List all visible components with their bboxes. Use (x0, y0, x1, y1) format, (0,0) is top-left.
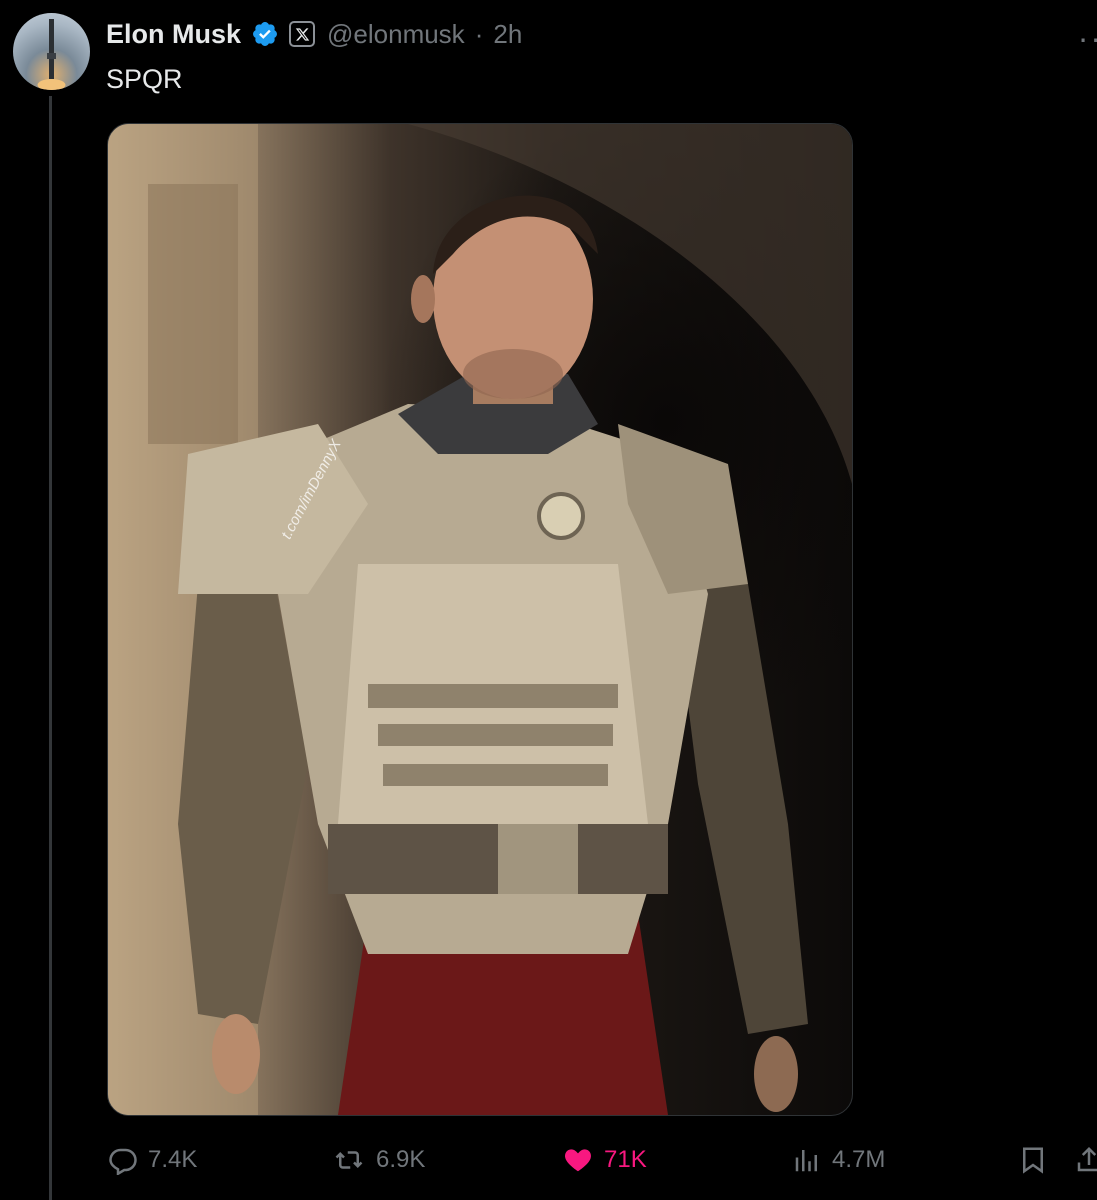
tweet-header: Elon Musk @elonmusk · 2h (106, 14, 522, 54)
separator-dot: · (474, 18, 484, 49)
analytics-bars-icon (795, 1150, 817, 1172)
tweet-action-bar: 7.4K 6.9K 71K 4.7M (0, 1140, 1097, 1180)
like-button[interactable]: 71K (562, 1140, 647, 1180)
like-count: 71K (604, 1146, 647, 1173)
more-options-icon[interactable]: ·· (1078, 20, 1097, 57)
display-name[interactable]: Elon Musk (106, 19, 241, 50)
repost-button[interactable]: 6.9K (332, 1140, 425, 1180)
bookmark-button[interactable] (1018, 1140, 1048, 1180)
bookmark-icon (1023, 1147, 1043, 1174)
avatar[interactable] (13, 13, 90, 90)
views-button[interactable]: 4.7M (792, 1140, 885, 1180)
share-button[interactable] (1074, 1140, 1097, 1180)
view-count: 4.7M (832, 1146, 886, 1173)
tweet-media-image[interactable]: t.com/imDennyX (107, 123, 853, 1116)
verified-badge-icon[interactable] (251, 20, 279, 48)
tweet-time[interactable]: 2h (493, 19, 522, 50)
avatar-image (37, 19, 66, 90)
heart-filled-icon (565, 1149, 591, 1172)
tweet-text: SPQR (106, 64, 183, 94)
repost-count: 6.9K (376, 1146, 426, 1173)
thread-line (49, 96, 52, 1200)
reply-count: 7.4K (148, 1146, 198, 1173)
x-logo-icon (289, 21, 316, 47)
share-icon (1077, 1146, 1097, 1172)
reply-icon (109, 1148, 137, 1175)
armored-figure-illustration (108, 124, 852, 1115)
author-handle[interactable]: @elonmusk (327, 19, 465, 50)
reply-button[interactable]: 7.4K (108, 1140, 197, 1180)
repost-icon (335, 1151, 363, 1169)
